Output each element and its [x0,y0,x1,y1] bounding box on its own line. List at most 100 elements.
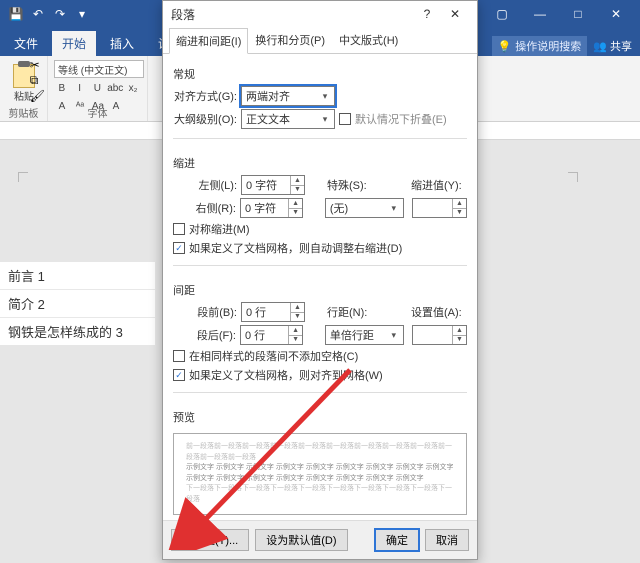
doc-line[interactable]: 简介 2 [0,289,155,317]
dialog-tabs: 缩进和间距(I) 换行和分页(P) 中文版式(H) [163,27,477,54]
section-spacing: 间距 [173,282,467,298]
spacing-at-label: 设置值(A): [411,304,467,320]
quick-access-toolbar: 💾 ↶ ↷ ▾ [0,0,98,28]
cut-icon[interactable]: ✂ [30,58,45,72]
qa-customize-icon[interactable]: ▾ [72,0,92,28]
minimize-icon[interactable]: — [522,0,558,28]
space-after-value: 0 行 [245,327,265,343]
spin-up-icon[interactable]: ▲ [288,326,302,336]
doc-line[interactable]: 钢铁是怎样练成的 3 [0,317,155,345]
snap-grid-checkbox[interactable]: ✓ [173,369,185,381]
alignment-label: 对齐方式(G): [173,88,237,104]
group-clipboard-label: 剪贴板 [0,105,47,120]
strike-button[interactable]: abc [107,80,123,96]
spacing-at-input[interactable]: ▲▼ [412,325,467,345]
spin-down-icon[interactable]: ▼ [288,336,302,345]
tell-me-label: 操作说明搜索 [515,38,581,54]
share-button[interactable]: 👥 共享 [593,38,632,54]
space-before-input[interactable]: 0 行 ▲▼ [241,302,305,322]
indent-by-input[interactable]: ▲▼ [412,198,467,218]
indent-right-label: 右侧(R): [173,200,236,216]
ribbon-options-icon[interactable]: ▢ [484,0,520,28]
spin-up-icon[interactable]: ▲ [290,303,304,313]
copy-icon[interactable]: ⧉ [30,73,45,88]
spin-down-icon[interactable]: ▼ [288,209,302,218]
spin-up-icon[interactable]: ▲ [452,199,466,209]
tab-insert[interactable]: 插入 [100,31,144,56]
font-name-combo[interactable]: 等线 (中文正文) [54,60,144,78]
spin-down-icon[interactable]: ▼ [452,209,466,218]
space-before-value: 0 行 [246,304,266,320]
indent-by-label: 缩进值(Y): [411,177,467,193]
set-default-button[interactable]: 设为默认值(D) [255,529,347,551]
auto-adjust-label: 如果定义了文档网格，则自动调整右缩进(D) [189,240,402,256]
no-space-same-style-checkbox[interactable] [173,350,185,362]
tell-me-search[interactable]: 💡 操作说明搜索 [492,36,588,56]
preview-pane: 前一段落前一段落前一段落前一段落前一段落前一段落前一段落前一段落前一段落前一段落… [173,433,467,515]
special-indent-value: (无) [330,200,348,216]
space-before-label: 段前(B): [173,304,237,320]
indent-left-label: 左侧(L): [173,177,237,193]
mirror-indent-checkbox[interactable] [173,223,185,235]
special-indent-combo[interactable]: (无)▾ [325,198,404,218]
auto-adjust-checkbox[interactable]: ✓ [173,242,185,254]
bold-button[interactable]: B [54,80,70,96]
tab-home[interactable]: 开始 [52,31,96,56]
chevron-down-icon: ▾ [318,112,332,126]
spin-down-icon[interactable]: ▼ [290,313,304,322]
outline-combo[interactable]: 正文文本 ▾ [241,109,335,129]
spin-up-icon[interactable]: ▲ [290,176,304,186]
close-icon[interactable]: ✕ [598,0,634,28]
tab-indent-spacing[interactable]: 缩进和间距(I) [169,28,248,54]
maximize-icon[interactable]: □ [560,0,596,28]
cancel-button[interactable]: 取消 [425,529,469,551]
dialog-title: 段落 [171,6,195,23]
space-after-input[interactable]: 0 行 ▲▼ [240,325,303,345]
group-clipboard: 粘贴 ✂ ⧉ 🖌 剪贴板 [0,56,48,121]
group-font-label: 字体 [48,105,147,120]
italic-button[interactable]: I [72,80,88,96]
spin-down-icon[interactable]: ▼ [452,336,466,345]
mirror-indent-label: 对称缩进(M) [189,221,250,237]
indent-left-value: 0 字符 [246,177,277,193]
undo-icon[interactable]: ↶ [28,0,48,28]
alignment-value: 两端对齐 [246,88,290,104]
outline-label: 大纲级别(O): [173,111,237,127]
format-painter-icon[interactable]: 🖌 [30,89,45,103]
ok-button[interactable]: 确定 [375,529,419,551]
indent-right-input[interactable]: 0 字符▲▼ [240,198,303,218]
redo-icon[interactable]: ↷ [50,0,70,28]
dialog-close-icon[interactable]: ✕ [441,7,469,21]
collapse-checkbox [339,113,351,125]
collapse-label: 默认情况下折叠(E) [355,111,447,127]
section-general: 常规 [173,66,467,82]
dialog-titlebar[interactable]: 段落 ? ✕ [163,1,477,27]
preview-text: 前一段落前一段落前一段落前一段落前一段落前一段落前一段落前一段落前一段落前一段落… [186,442,454,463]
preview-text: 示例文字 示例文字 示例文字 示例文字 示例文字 示例文字 示例文字 示例文字 … [186,463,454,484]
special-label: 特殊(S): [327,177,377,193]
tab-file[interactable]: 文件 [4,31,48,56]
snap-grid-label: 如果定义了文档网格，则对齐到网格(W) [189,367,383,383]
spin-down-icon[interactable]: ▼ [290,186,304,195]
save-icon[interactable]: 💾 [6,0,26,28]
section-preview: 预览 [173,409,467,425]
line-spacing-value: 单倍行距 [330,327,374,343]
no-space-same-style-label: 在相同样式的段落间不添加空格(C) [189,348,358,364]
underline-button[interactable]: U [90,80,106,96]
preview-text: 下一段落下一段落下一段落下一段落下一段落下一段落下一段落下一段落下一段落下一段落 [186,484,454,505]
subscript-button[interactable]: x₂ [125,80,141,96]
lightbulb-icon: 💡 [498,40,512,53]
dialog-help-icon[interactable]: ? [413,7,441,21]
spin-up-icon[interactable]: ▲ [288,199,302,209]
indent-left-input[interactable]: 0 字符 ▲▼ [241,175,305,195]
line-spacing-combo[interactable]: 单倍行距▾ [325,325,404,345]
tab-asian-typography[interactable]: 中文版式(H) [332,27,405,53]
alignment-combo[interactable]: 两端对齐 ▾ [241,86,335,106]
chevron-down-icon: ▾ [318,89,332,103]
spin-up-icon[interactable]: ▲ [452,326,466,336]
space-after-label: 段后(F): [173,327,236,343]
tabs-button[interactable]: 制表位(T)... [171,529,249,551]
doc-line[interactable]: 前言 1 [0,262,155,289]
section-indent: 缩进 [173,155,467,171]
tab-line-page-breaks[interactable]: 换行和分页(P) [248,27,332,53]
